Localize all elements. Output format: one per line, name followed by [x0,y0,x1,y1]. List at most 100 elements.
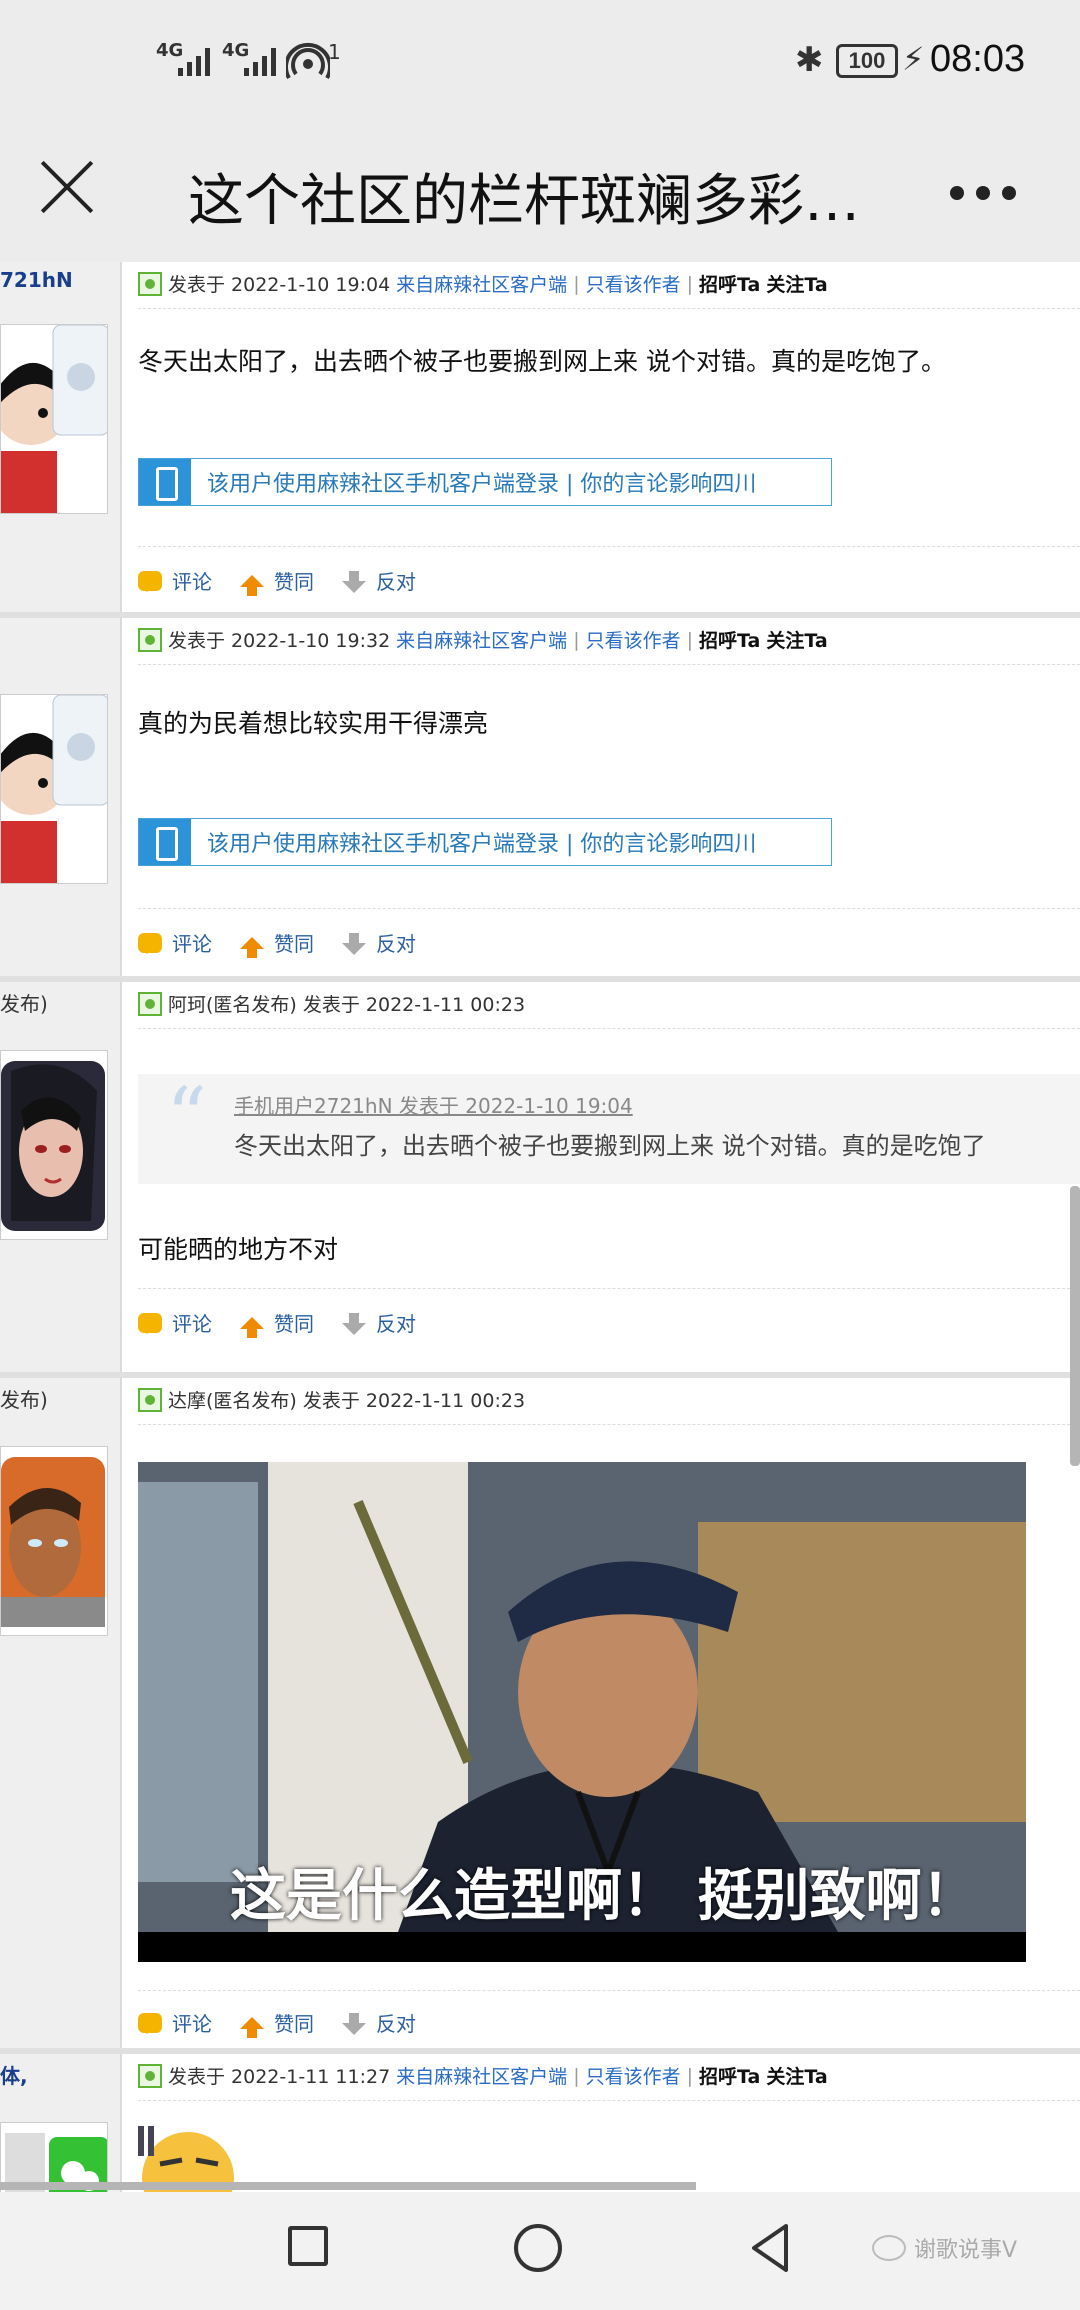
follow-link[interactable]: 关注Ta [766,270,827,297]
client-source-link[interactable]: 来自麻辣社区客户端 [396,2062,567,2089]
oppose-label: 反对 [376,2012,416,2036]
divider [138,1424,1080,1425]
comment-label: 评论 [172,1312,212,1336]
agree-label: 赞同 [274,932,314,956]
post-actions: 评论 赞同 反对 [138,566,416,596]
post-body: 发表于 2022-1-10 19:04 来自麻辣社区客户端 | 只看该作者 | … [122,262,1080,612]
phone-icon [139,819,191,865]
comment-label: 评论 [172,570,212,594]
post-meta: 发表于 2022-1-11 11:27 来自麻辣社区客户端 | 只看该作者 | … [138,2062,828,2089]
watermark: 谢歌说事V [872,2232,1017,2264]
signal-bars-1-icon [178,46,210,76]
username[interactable]: 发布) [0,1384,48,1413]
only-author-link[interactable]: 只看该作者 [586,626,681,653]
only-author-link[interactable]: 只看该作者 [586,2062,681,2089]
divider [138,308,1080,309]
post-author-date: 阿珂(匿名发布) 发表于 2022-1-11 00:23 [168,994,526,1016]
divider [138,1288,1080,1289]
thread-content: 721hN 发表于 2022-1-10 19:04 来自麻辣社区客户端 | 只看… [0,262,1080,2192]
only-author-link[interactable]: 只看该作者 [586,270,681,297]
client-banner[interactable]: 该用户使用麻辣社区手机客户端登录 | 你的言论影响四川 [138,818,832,866]
post-date: 发表于 2022-1-10 19:04 [168,274,391,296]
username[interactable]: 721hN [0,268,73,292]
client-source-link[interactable]: 来自麻辣社区客户端 [396,626,567,653]
horizontal-scrollbar[interactable] [0,2182,696,2190]
oppose-button[interactable]: 反对 [342,566,416,595]
post-actions: 评论 赞同 反对 [138,928,416,958]
username[interactable]: 发布) [0,988,48,1017]
back-icon[interactable] [748,2222,792,2274]
title-bar: 这个社区的栏杆斑斓多彩… [0,120,1080,262]
page-title: 这个社区的栏杆斑斓多彩… [188,169,860,234]
post-item: 发布) 阿珂(匿名发布) 发表于 2022-1-11 00:23 “ 手机用户2… [0,982,1080,1378]
client-banner[interactable]: 该用户使用麻辣社区手机客户端登录 | 你的言论影响四川 [138,458,832,506]
avatar[interactable] [0,694,108,884]
post-meta: 发表于 2022-1-10 19:04 来自麻辣社区客户端 | 只看该作者 | … [138,270,828,297]
agree-label: 赞同 [274,570,314,594]
comment-button[interactable]: 评论 [138,566,212,595]
clock: 08:03 [930,38,1026,80]
recent-apps-icon[interactable] [288,2226,328,2266]
meme-image[interactable]: 这是什么造型啊！ 挺别致啊！ [138,1462,1026,1962]
avatar[interactable] [0,324,108,514]
quote-text: 冬天出太阳了，出去晒个被子也要搬到网上来 说个对错。真的是吃饱了 [234,1132,986,1160]
post-body: 发表于 2022-1-11 11:27 来自麻辣社区客户端 | 只看该作者 | … [122,2054,1080,2192]
home-icon[interactable] [514,2224,562,2272]
avatar[interactable] [0,1050,108,1240]
divider [138,1990,1080,1991]
post-actions: 评论 赞同 反对 [138,2008,416,2038]
greet-link[interactable]: 招呼Ta [699,626,760,653]
post-meta: 发表于 2022-1-10 19:32 来自麻辣社区客户端 | 只看该作者 | … [138,626,828,653]
follow-link[interactable]: 关注Ta [766,626,827,653]
oppose-label: 反对 [376,932,416,956]
oppose-label: 反对 [376,570,416,594]
post-body: 发表于 2022-1-10 19:32 来自麻辣社区客户端 | 只看该作者 | … [122,618,1080,976]
oppose-button[interactable]: 反对 [342,2008,416,2037]
post-icon [138,2063,162,2088]
comment-label: 评论 [172,932,212,956]
oppose-button[interactable]: 反对 [342,1308,416,1337]
vertical-scrollbar[interactable] [1070,1186,1080,1466]
comment-icon [138,932,162,954]
agree-button[interactable]: 赞同 [240,1308,314,1338]
post-author [0,618,122,976]
post-author-date: 达摩(匿名发布) 发表于 2022-1-11 00:23 [168,1390,526,1412]
comment-icon [138,1312,162,1334]
agree-button[interactable]: 赞同 [240,2008,314,2038]
comment-button[interactable]: 评论 [138,1308,212,1337]
post-date: 发表于 2022-1-11 11:27 [168,2066,391,2088]
agree-button[interactable]: 赞同 [240,928,314,958]
avatar[interactable] [0,1446,108,1636]
post-text: 可能晒的地方不对 [138,1235,339,1264]
close-icon[interactable] [36,156,98,218]
system-nav-bar: 谢歌说事V [0,2192,1080,2310]
post-author: 发布) [0,1378,122,2048]
separator: | [573,2064,580,2087]
comment-icon [138,2012,162,2034]
bluetooth-icon: ✱ [795,40,824,80]
more-options-icon[interactable] [950,178,1020,208]
post-author: 体, [0,2054,122,2192]
charging-icon: ⚡ [902,40,925,78]
comment-button[interactable]: 评论 [138,2008,212,2037]
client-source-link[interactable]: 来自麻辣社区客户端 [396,270,567,297]
thumbs-up-arrow-icon [240,1316,264,1338]
divider [138,2100,1080,2101]
emoji-icon [138,2126,234,2192]
post-actions: 评论 赞同 反对 [138,1308,416,1338]
follow-link[interactable]: 关注Ta [766,2062,827,2089]
username[interactable]: 体, [0,2060,28,2089]
quote-source-link[interactable]: 手机用户2721hN 发表于 2022-1-10 19:04 [234,1090,633,1119]
down-arrow-icon [342,932,366,955]
banner-text: 该用户使用麻辣社区手机客户端登录 | 你的言论影响四川 [207,832,757,857]
agree-button[interactable]: 赞同 [240,566,314,596]
separator: | [686,2064,694,2087]
greet-link[interactable]: 招呼Ta [699,270,760,297]
post-item: 721hN 发表于 2022-1-10 19:04 来自麻辣社区客户端 | 只看… [0,262,1080,618]
greet-link[interactable]: 招呼Ta [699,2062,760,2089]
down-arrow-icon [342,2012,366,2035]
post-icon [138,271,162,296]
comment-button[interactable]: 评论 [138,928,212,957]
oppose-label: 反对 [376,1312,416,1336]
oppose-button[interactable]: 反对 [342,928,416,957]
